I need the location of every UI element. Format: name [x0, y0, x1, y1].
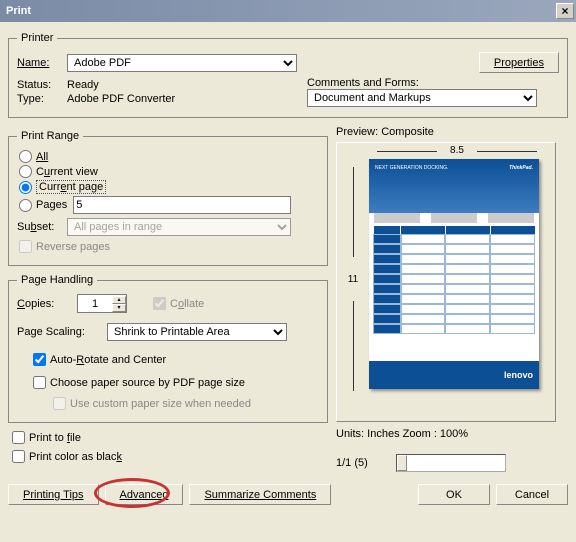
- status-value: Ready: [67, 79, 99, 91]
- radio-all-label: All: [36, 151, 48, 163]
- printer-group: Printer Name: Adobe PDF Properties Statu…: [8, 32, 568, 118]
- autorotate-checkbox[interactable]: [33, 353, 46, 366]
- properties-button[interactable]: Properties: [479, 52, 559, 73]
- page-handling-group: Page Handling Copies: ▴▾ Collate Page Sc…: [8, 274, 328, 423]
- preview-label: Preview: Composite: [336, 126, 568, 138]
- handling-legend: Page Handling: [17, 274, 97, 286]
- close-button[interactable]: ×: [556, 3, 574, 19]
- cancel-button[interactable]: Cancel: [496, 484, 568, 505]
- units-zoom: Units: Inches Zoom : 100%: [336, 428, 568, 440]
- spinner-down-icon[interactable]: ▾: [112, 304, 126, 312]
- slider-thumb[interactable]: [397, 455, 407, 471]
- autorotate-label: Auto-Rotate and Center: [50, 354, 166, 366]
- advanced-button[interactable]: Advanced: [105, 484, 184, 505]
- reverse-label: Reverse pages: [36, 241, 110, 253]
- radio-current-view[interactable]: [19, 165, 32, 178]
- ok-button[interactable]: OK: [418, 484, 490, 505]
- printing-tips-button[interactable]: Printing Tips: [8, 484, 99, 505]
- choose-source-label: Choose paper source by PDF page size: [50, 377, 245, 389]
- radio-all[interactable]: [19, 150, 32, 163]
- copies-spinner[interactable]: ▴▾: [77, 294, 127, 313]
- reverse-checkbox: [19, 240, 32, 253]
- choose-source-checkbox[interactable]: [33, 376, 46, 389]
- collate-checkbox: [153, 297, 166, 310]
- preview-box: 8.5 11 NEXT GENERATION DOCKING. ThinkPad…: [336, 142, 556, 422]
- printer-name-select[interactable]: Adobe PDF: [67, 54, 297, 72]
- summarize-comments-button[interactable]: Summarize Comments: [189, 484, 331, 505]
- subset-select: All pages in range: [67, 218, 291, 236]
- doc-title: NEXT GENERATION DOCKING.: [375, 165, 448, 171]
- window-title: Print: [6, 5, 31, 17]
- custom-size-checkbox: [53, 397, 66, 410]
- print-range-group: Print Range All Current view Current pag…: [8, 130, 328, 266]
- subset-label: Subset:: [17, 221, 67, 233]
- printer-legend: Printer: [17, 32, 57, 44]
- copies-input[interactable]: [78, 296, 112, 312]
- custom-size-label: Use custom paper size when needed: [70, 398, 251, 410]
- comments-label: Comments and Forms:: [307, 77, 559, 89]
- pages-input[interactable]: [73, 196, 291, 214]
- status-label: Status:: [17, 79, 67, 91]
- lenovo-logo: lenovo: [504, 370, 533, 380]
- print-to-file-label: Print to file: [29, 432, 81, 444]
- comments-select[interactable]: Document and Markups: [307, 89, 537, 107]
- radio-pages[interactable]: [19, 199, 32, 212]
- preview-page: NEXT GENERATION DOCKING. ThinkPad.: [369, 159, 539, 389]
- ruler-width: 8.5: [377, 145, 537, 157]
- radio-current-page-label: Current page: [36, 180, 106, 194]
- print-to-file-checkbox[interactable]: [12, 431, 25, 444]
- collate-label: Collate: [170, 298, 204, 310]
- radio-pages-label: Pages: [36, 199, 67, 211]
- print-black-label: Print color as black: [29, 451, 122, 463]
- print-black-checkbox[interactable]: [12, 450, 25, 463]
- radio-current-view-label: Current view: [36, 166, 98, 178]
- spinner-up-icon[interactable]: ▴: [112, 296, 126, 304]
- scaling-label: Page Scaling:: [17, 326, 107, 338]
- ruler-height: 11: [343, 167, 363, 391]
- titlebar: Print ×: [0, 0, 576, 22]
- copies-label: Copies:: [17, 298, 77, 310]
- radio-current-page[interactable]: [19, 181, 32, 194]
- thinkpad-logo: ThinkPad.: [509, 165, 533, 171]
- type-label: Type:: [17, 93, 67, 105]
- range-legend: Print Range: [17, 130, 83, 142]
- scaling-select[interactable]: Shrink to Printable Area: [107, 323, 287, 341]
- page-slider[interactable]: [396, 454, 506, 472]
- page-indicator: 1/1 (5): [336, 457, 396, 469]
- name-label: Name:: [17, 57, 67, 69]
- type-value: Adobe PDF Converter: [67, 93, 175, 105]
